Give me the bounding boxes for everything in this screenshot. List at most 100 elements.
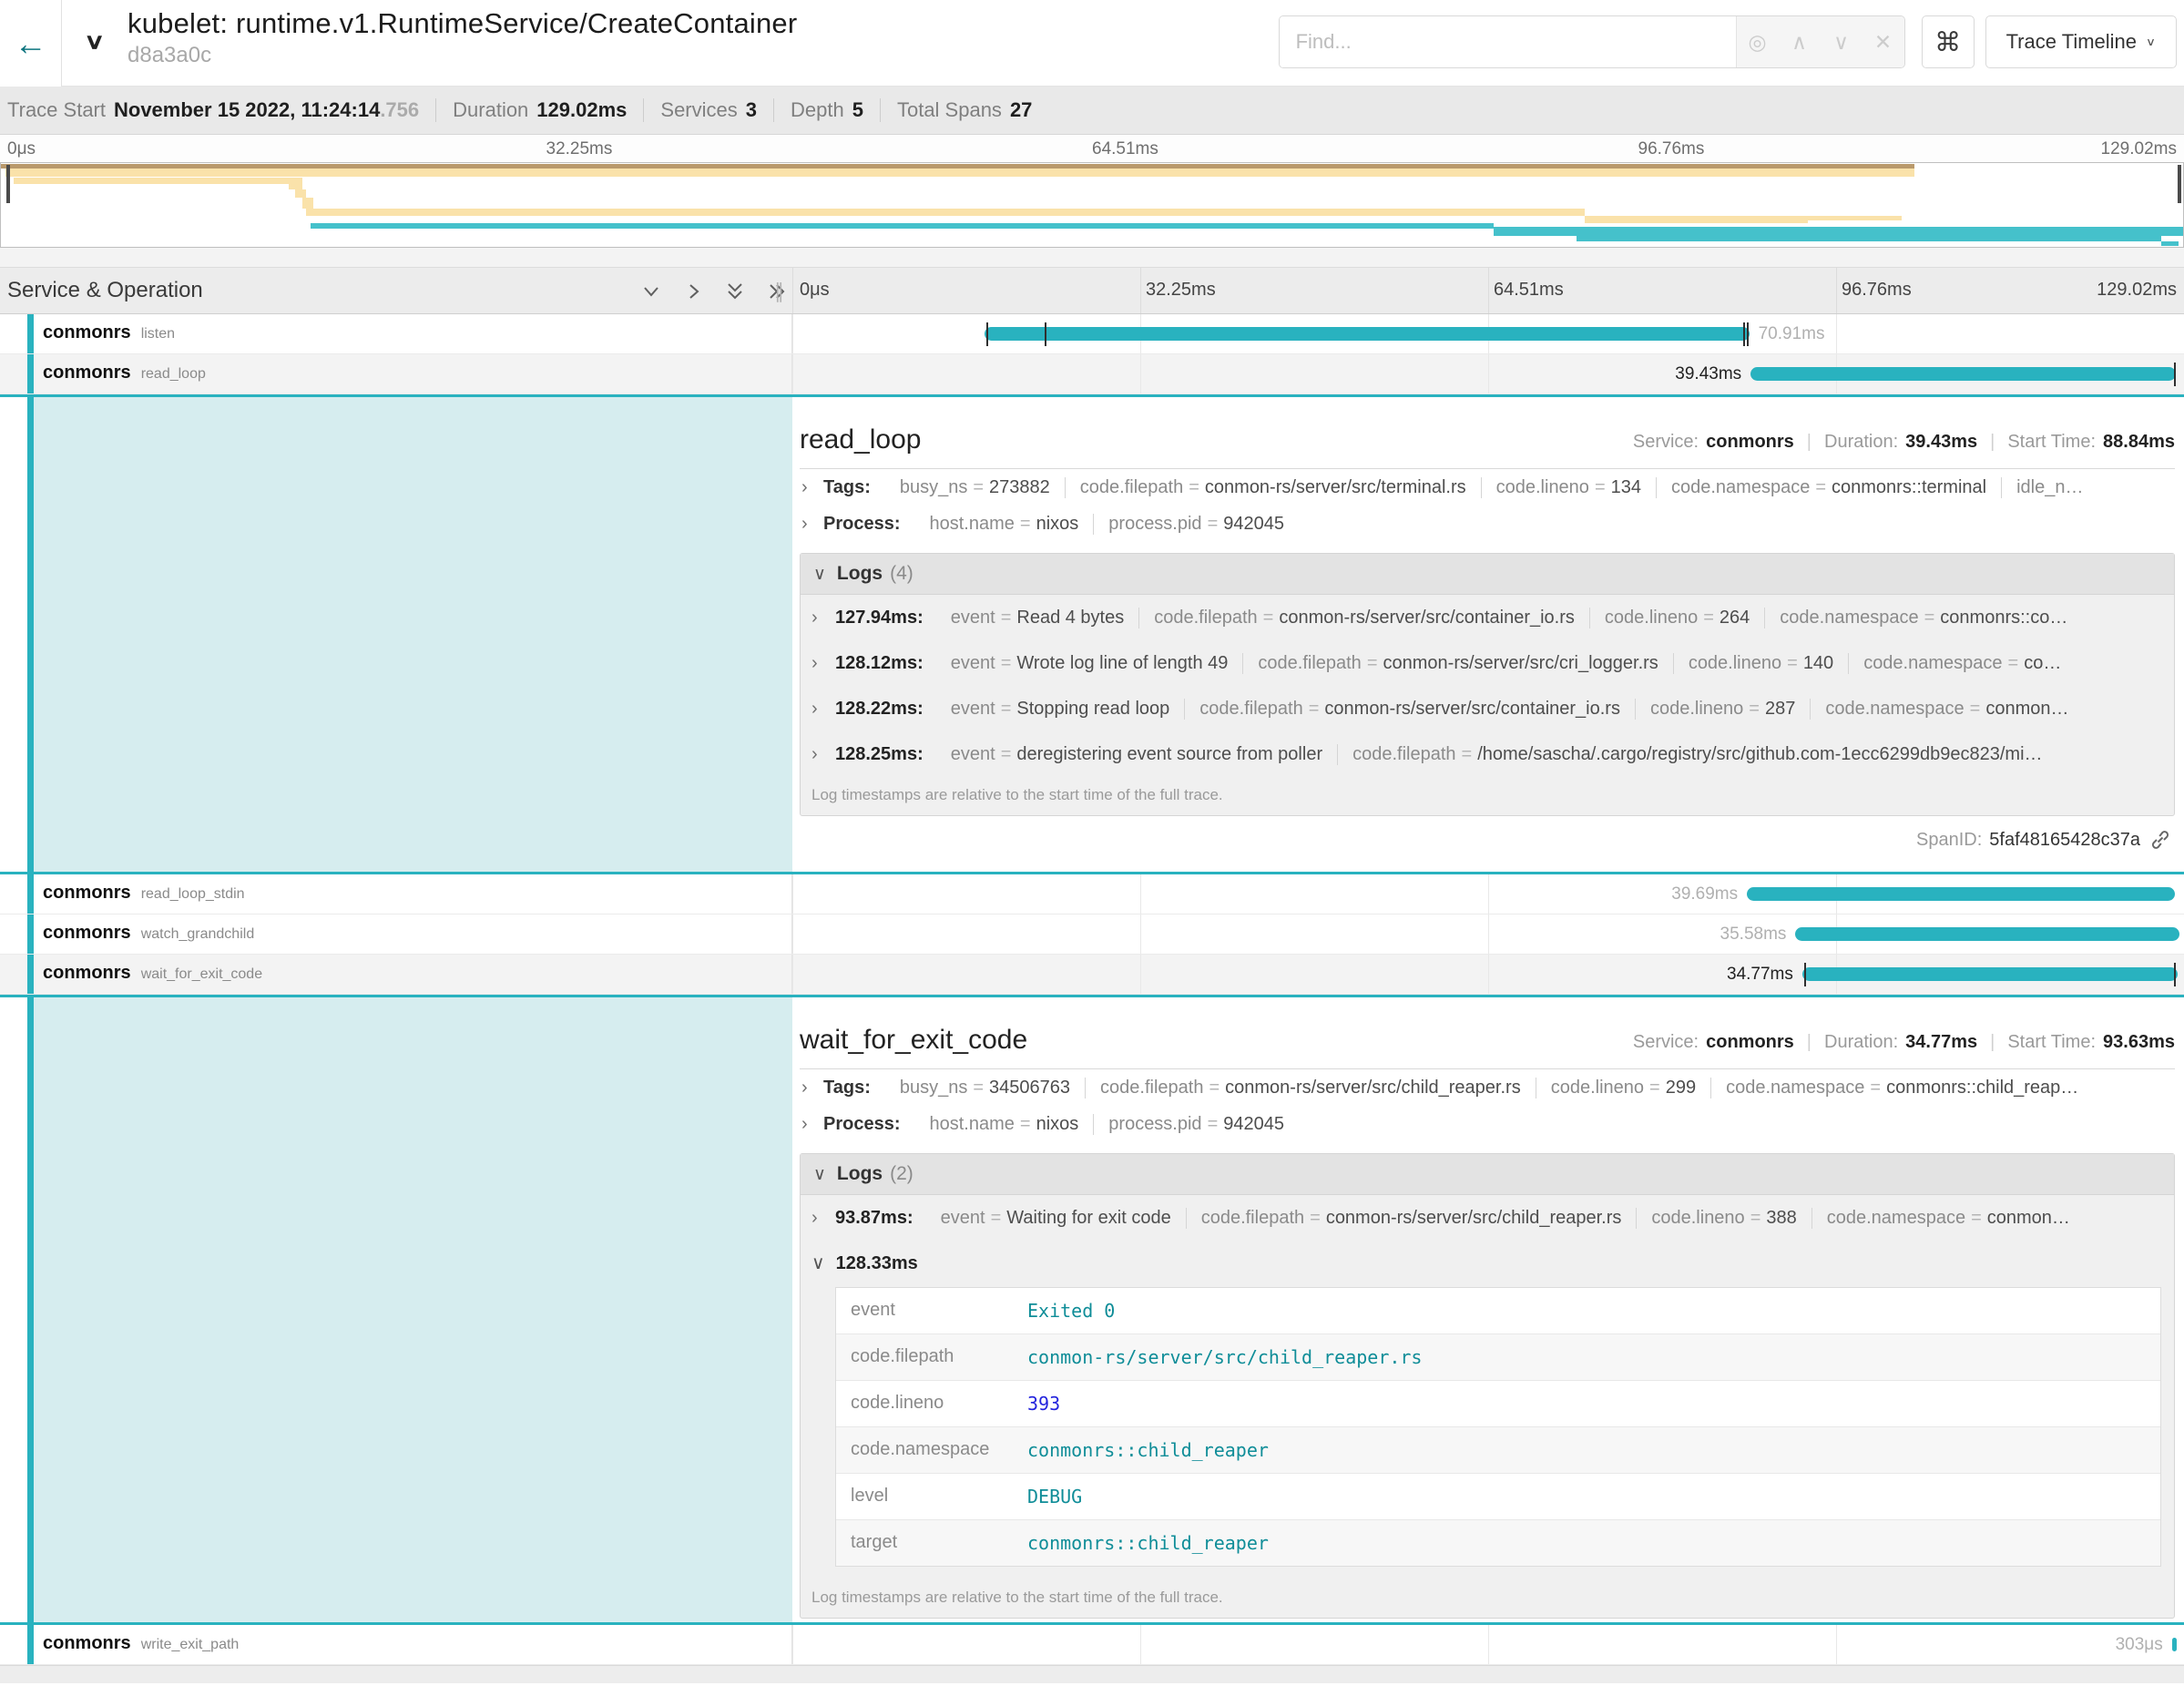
- span-name-cell[interactable]: conmonrslisten: [0, 314, 792, 353]
- span-color-accent: [27, 397, 34, 872]
- next-row-partial: [0, 1665, 2184, 1683]
- span-timeline-cell[interactable]: 34.77ms: [792, 955, 2184, 994]
- span-row[interactable]: conmonrslisten70.91ms: [0, 314, 2184, 354]
- detail-meta: Service:conmonrs|Duration:34.77ms|Start …: [1633, 1025, 2175, 1053]
- back-button[interactable]: ←: [0, 0, 62, 87]
- keyboard-shortcuts-button[interactable]: ⌘: [1922, 15, 1975, 68]
- column-resizer[interactable]: ∥: [774, 280, 784, 303]
- kv-equals: =: [1745, 1208, 1767, 1228]
- log-marker-tick: [2174, 963, 2176, 986]
- viewport-drag-handle[interactable]: [6, 165, 10, 203]
- trace-summary-bar: Trace StartNovember 15 2022, 11:24:14.75…: [0, 87, 2184, 135]
- field-key: event: [836, 1288, 1018, 1333]
- span-duration-bar[interactable]: [1795, 927, 2179, 941]
- kv-key: code.namespace: [1671, 477, 1810, 497]
- span-name-cell[interactable]: conmonrswait_for_exit_code: [0, 955, 792, 994]
- kv-equals: =: [1258, 608, 1280, 628]
- clear-search-icon[interactable]: ✕: [1863, 30, 1904, 55]
- kv-equals: =: [967, 477, 989, 497]
- tags-row[interactable]: ›Tags:busy_ns=34506763code.filepath=conm…: [800, 1069, 2175, 1106]
- timeline-tick-label: 64.51ms: [1494, 280, 1564, 301]
- span-row[interactable]: conmonrswait_for_exit_code 34.77ms: [0, 955, 2184, 995]
- process-row[interactable]: ›Process:host.name=nixosprocess.pid=9420…: [800, 506, 2175, 542]
- meta-separator: |: [1990, 432, 1995, 453]
- log-entry[interactable]: ›93.87ms:event=Waiting for exit codecode…: [801, 1195, 2174, 1241]
- log-entry[interactable]: ›128.12ms:event=Wrote log line of length…: [801, 640, 2174, 686]
- summary-item: Trace StartNovember 15 2022, 11:24:14.75…: [7, 98, 419, 122]
- find-input[interactable]: [1280, 16, 1736, 67]
- next-match-icon[interactable]: ∨: [1821, 30, 1863, 55]
- span-row[interactable]: conmonrsread_loop_stdin39.69ms: [0, 874, 2184, 915]
- span-timeline-cell[interactable]: 303μs: [792, 1625, 2184, 1664]
- kv-key: idle_n…: [2016, 477, 2083, 497]
- kv-equals: =: [995, 699, 1017, 719]
- field-value: DEBUG: [1018, 1474, 2160, 1519]
- table-row: code.filepathconmon-rs/server/src/child_…: [836, 1334, 2160, 1381]
- find-box: ◎∧∨✕: [1279, 15, 1905, 68]
- viewport-drag-handle[interactable]: [2178, 165, 2181, 203]
- link-icon[interactable]: [2149, 829, 2171, 851]
- view-selector-button[interactable]: Trace Timeline ∨: [1985, 15, 2177, 68]
- kv-key: code.namespace: [1863, 653, 2002, 673]
- span-detail-panel: wait_for_exit_codeService:conmonrs|Durat…: [0, 995, 2184, 1625]
- span-name-cell[interactable]: conmonrswrite_exit_path: [0, 1625, 792, 1664]
- span-name-cell[interactable]: conmonrsread_loop_stdin: [0, 874, 792, 914]
- timeline-tick-label: 32.25ms: [1146, 280, 1216, 301]
- operation-name: write_exit_path: [141, 1637, 240, 1652]
- kv-equals: =: [1304, 1208, 1326, 1228]
- logs-note: Log timestamps are relative to the start…: [801, 1579, 2174, 1618]
- tags-label: Tags:: [823, 477, 871, 498]
- service-name: conmonrswait_for_exit_code: [43, 963, 262, 984]
- span-row[interactable]: conmonrswatch_grandchild35.58ms: [0, 915, 2184, 955]
- trace-minimap[interactable]: [0, 162, 2184, 248]
- prev-match-icon[interactable]: ∧: [1779, 30, 1821, 55]
- meta-value: 34.77ms: [1905, 1032, 1977, 1053]
- logs-section: ∨Logs(4)›127.94ms:event=Read 4 bytescode…: [800, 553, 2175, 816]
- collapse-one-icon[interactable]: [638, 279, 665, 306]
- process-row[interactable]: ›Process:host.name=nixosprocess.pid=9420…: [800, 1106, 2175, 1142]
- kv-item: code.filepath=conmon-rs/server/src/termi…: [1065, 477, 1481, 498]
- span-detail-panel: read_loopService:conmonrs|Duration:39.43…: [0, 394, 2184, 874]
- span-timeline-cell[interactable]: 35.58ms: [792, 915, 2184, 954]
- span-name-cell[interactable]: conmonrsread_loop: [0, 354, 792, 393]
- span-timeline-cell[interactable]: 70.91ms: [792, 314, 2184, 353]
- span-duration-bar[interactable]: [1750, 367, 2176, 381]
- log-entry-expanded-header[interactable]: ∨128.33ms: [801, 1241, 2174, 1282]
- span-color-accent: [27, 955, 34, 994]
- meta-separator: |: [1990, 1032, 1995, 1053]
- span-duration-bar[interactable]: [985, 327, 1750, 341]
- meta-label: Start Time:: [2007, 432, 2096, 453]
- detail-indent-column: [0, 997, 792, 1622]
- summary-item: Total Spans27: [880, 98, 1032, 122]
- tags-row[interactable]: ›Tags:busy_ns=273882code.filepath=conmon…: [800, 469, 2175, 506]
- logs-note: Log timestamps are relative to the start…: [801, 777, 2174, 815]
- kv-equals: =: [1203, 1078, 1225, 1098]
- log-entry[interactable]: ›128.25ms:event=deregistering event sour…: [801, 731, 2174, 777]
- log-entry[interactable]: ›127.94ms:event=Read 4 bytescode.filepat…: [801, 595, 2174, 640]
- kv-item: host.name=nixos: [915, 1114, 1094, 1135]
- logs-header[interactable]: ∨Logs(2): [801, 1154, 2174, 1195]
- chevron-right-icon: ›: [811, 653, 835, 674]
- summary-item: Services3: [643, 98, 757, 122]
- kv-value: 299: [1666, 1078, 1696, 1098]
- logs-header[interactable]: ∨Logs(4): [801, 554, 2174, 595]
- span-row[interactable]: conmonrsread_loop39.43ms: [0, 354, 2184, 394]
- span-duration-bar[interactable]: [1802, 967, 2178, 981]
- span-timeline-cell[interactable]: 39.43ms: [792, 354, 2184, 393]
- span-duration-bar[interactable]: [2172, 1638, 2177, 1651]
- match-target-icon[interactable]: ◎: [1737, 30, 1779, 55]
- kv-key: code.lineno: [1689, 653, 1781, 673]
- log-entry[interactable]: ›128.22ms:event=Stopping read loopcode.f…: [801, 686, 2174, 731]
- span-name-cell[interactable]: conmonrswatch_grandchild: [0, 915, 792, 954]
- expand-one-icon[interactable]: [679, 279, 707, 306]
- service-operation-header: Service & Operation: [7, 278, 203, 303]
- meta-value: 88.84ms: [2103, 432, 2175, 453]
- collapse-all-icon[interactable]: [721, 279, 749, 306]
- span-timeline-cell[interactable]: 39.69ms: [792, 874, 2184, 914]
- table-row: levelDEBUG: [836, 1474, 2160, 1520]
- span-row[interactable]: conmonrswrite_exit_path303μs: [0, 1625, 2184, 1665]
- span-duration-bar[interactable]: [1747, 887, 2175, 901]
- collapse-trace-icon[interactable]: ∨: [84, 28, 105, 55]
- span-color-accent: [27, 915, 34, 954]
- logs-count: (4): [890, 563, 913, 584]
